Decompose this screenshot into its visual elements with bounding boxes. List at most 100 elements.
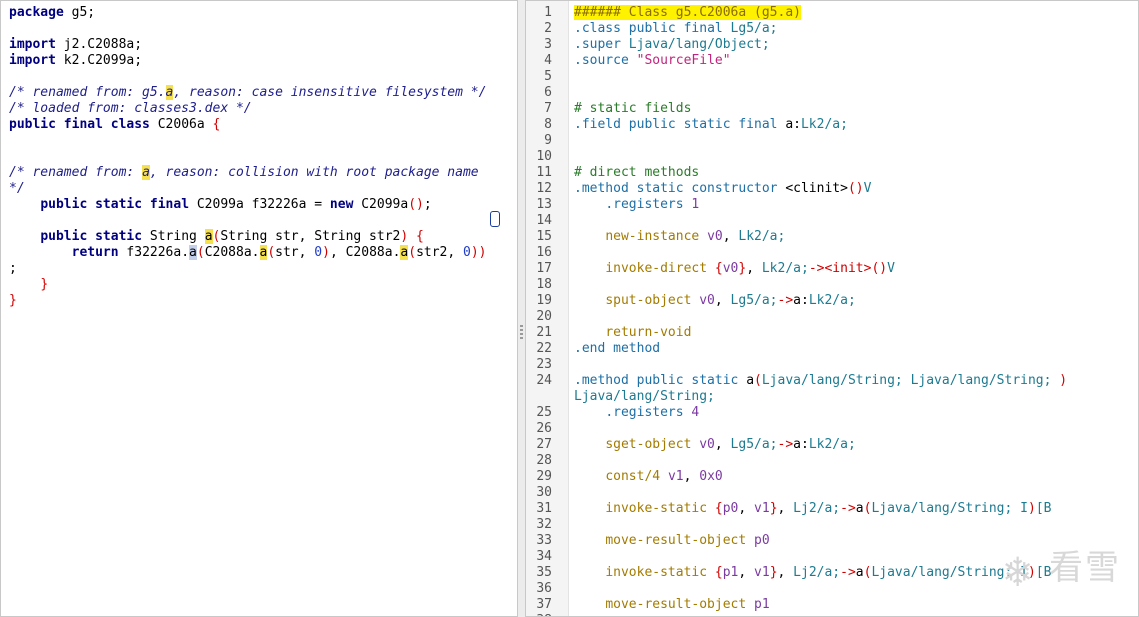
smali-code-line[interactable]: # static fields: [574, 101, 691, 117]
code-token: String str, String str2: [220, 229, 401, 244]
smali-code-line[interactable]: invoke-static {p1, v1}, Lj2/a;->a(Ljava/…: [574, 565, 1051, 581]
line-number: 23: [536, 357, 552, 372]
code-token: Lk2/a;: [808, 437, 856, 452]
smali-code-line[interactable]: invoke-static {p0, v1}, Lj2/a;->a(Ljava/…: [574, 501, 1051, 517]
code-token: a:: [777, 117, 801, 132]
smali-code-line[interactable]: sget-object v0, Lg5/a;->a:Lk2/a;: [574, 437, 856, 453]
line-number: 19: [536, 293, 552, 308]
code-token: # static fields: [574, 101, 692, 116]
code-token: ->: [777, 293, 794, 308]
java-code-pane[interactable]: package g5; import j2.C2088a; import k2.C2…: [0, 0, 518, 617]
smali-code-line[interactable]: move-result-object p1: [574, 597, 769, 613]
line-number: 31: [536, 501, 552, 516]
java-code-line[interactable]: import j2.C2088a;: [9, 37, 142, 53]
code-token: /* renamed from:: [9, 165, 143, 180]
java-code-line[interactable]: import k2.C2099a;: [9, 53, 142, 69]
code-token: v1: [667, 469, 684, 484]
code-token: public final class: [9, 117, 150, 132]
code-token: v0: [699, 293, 715, 308]
java-code-line[interactable]: /* loaded from: classes3.dex */: [9, 101, 252, 117]
smali-code-line[interactable]: .field public static final a:Lk2/a;: [574, 117, 848, 133]
java-code-line[interactable]: ;: [9, 261, 17, 277]
line-number: 9: [544, 133, 552, 148]
code-token: ;: [9, 261, 17, 276]
line-number: 32: [536, 517, 552, 532]
code-token: .end method: [574, 341, 661, 356]
smali-code-line[interactable]: .end method: [574, 341, 660, 357]
code-token: import: [9, 53, 56, 68]
code-token: ->: [840, 565, 856, 580]
code-token: p0: [754, 533, 770, 548]
smali-code-line[interactable]: .class public final Lg5/a;: [574, 21, 778, 37]
code-token: .registers: [605, 405, 684, 420]
code-token: */: [9, 181, 25, 196]
java-code-line[interactable]: }: [9, 277, 48, 293]
java-code-line[interactable]: return f32226a.a(C2088a.a(str, 0), C2088…: [9, 245, 487, 261]
code-token: return-void: [605, 325, 692, 340]
smali-code-line[interactable]: return-void: [574, 325, 691, 341]
code-token: v0: [722, 261, 739, 276]
code-token: sput-object: [605, 293, 692, 308]
line-number: 3: [544, 37, 552, 52]
code-token: v0: [707, 229, 723, 244]
code-token: , reason: case insensitive filesystem */: [173, 85, 487, 100]
code-token: .super: [574, 37, 621, 52]
java-code-line[interactable]: /* renamed from: a, reason: collision wi…: [9, 165, 479, 181]
smali-code-line[interactable]: sput-object v0, Lg5/a;->a:Lk2/a;: [574, 293, 856, 309]
line-number: 8: [544, 117, 552, 132]
code-token: 4: [691, 405, 700, 420]
code-token: v0: [699, 437, 715, 452]
code-token: }: [769, 565, 778, 580]
code-token: C2099a f32226a =: [189, 197, 330, 212]
code-token: ,: [714, 293, 731, 308]
code-token: }: [40, 277, 49, 292]
smali-code-line[interactable]: .source "SourceFile": [574, 53, 731, 69]
code-token: String: [142, 229, 205, 244]
line-number: 21: [536, 325, 552, 340]
java-code-line[interactable]: public static final C2099a f32226a = new…: [9, 197, 431, 213]
java-code-line[interactable]: }: [9, 293, 17, 309]
smali-code-pane[interactable]: 1 ###### Class g5.C2006a (g5.a) 2 .class pu…: [525, 0, 1139, 617]
code-token: ): [1059, 373, 1068, 388]
code-token: a: [189, 245, 197, 260]
smali-code-line[interactable]: .method static constructor <clinit>()V: [574, 181, 871, 197]
smali-code-line[interactable]: Ljava/lang/String;: [574, 389, 715, 405]
java-code-line[interactable]: */: [9, 181, 25, 197]
code-token: .method public static: [574, 373, 739, 388]
line-number: [526, 389, 552, 405]
smali-code-line[interactable]: .registers 1: [574, 197, 699, 213]
smali-code-line[interactable]: new-instance v0, Lk2/a;: [574, 229, 785, 245]
smali-code-line[interactable]: .registers 4: [574, 405, 699, 421]
code-token: }: [9, 293, 17, 308]
java-code-line[interactable]: package g5;: [9, 5, 95, 21]
smali-code-line[interactable]: .super Ljava/lang/Object;: [574, 37, 770, 53]
smali-code-line[interactable]: # direct methods: [574, 165, 699, 181]
code-token: Lg5/a;: [730, 293, 778, 308]
code-token: Lk2/a;: [808, 293, 856, 308]
splitter-grip-icon[interactable]: [520, 325, 523, 339]
code-token: (: [267, 245, 276, 260]
smali-code-line[interactable]: ###### Class g5.C2006a (g5.a): [574, 5, 801, 21]
java-code-line[interactable]: public final class C2006a {: [9, 117, 220, 133]
smali-code-line[interactable]: invoke-direct {v0}, Lk2/a;-><init>()V: [574, 261, 895, 277]
code-token: (: [196, 245, 205, 260]
java-code-line[interactable]: /* renamed from: g5.a, reason: case inse…: [9, 85, 486, 101]
line-number: 38: [526, 613, 552, 616]
code-token: p0: [722, 501, 739, 516]
code-token: ->: [840, 501, 856, 516]
code-token: .method static constructor: [574, 181, 778, 196]
smali-code-line[interactable]: const/4 v1, 0x0: [574, 469, 722, 485]
java-code-line[interactable]: public static String a(String str, Strin…: [9, 229, 424, 245]
smali-code-line[interactable]: .method public static a(Ljava/lang/Strin…: [574, 373, 1067, 389]
code-token: ,: [714, 437, 731, 452]
code-token: <clinit>: [777, 181, 848, 196]
smali-code-line[interactable]: move-result-object p0: [574, 533, 770, 549]
pane-splitter[interactable]: [518, 0, 525, 617]
